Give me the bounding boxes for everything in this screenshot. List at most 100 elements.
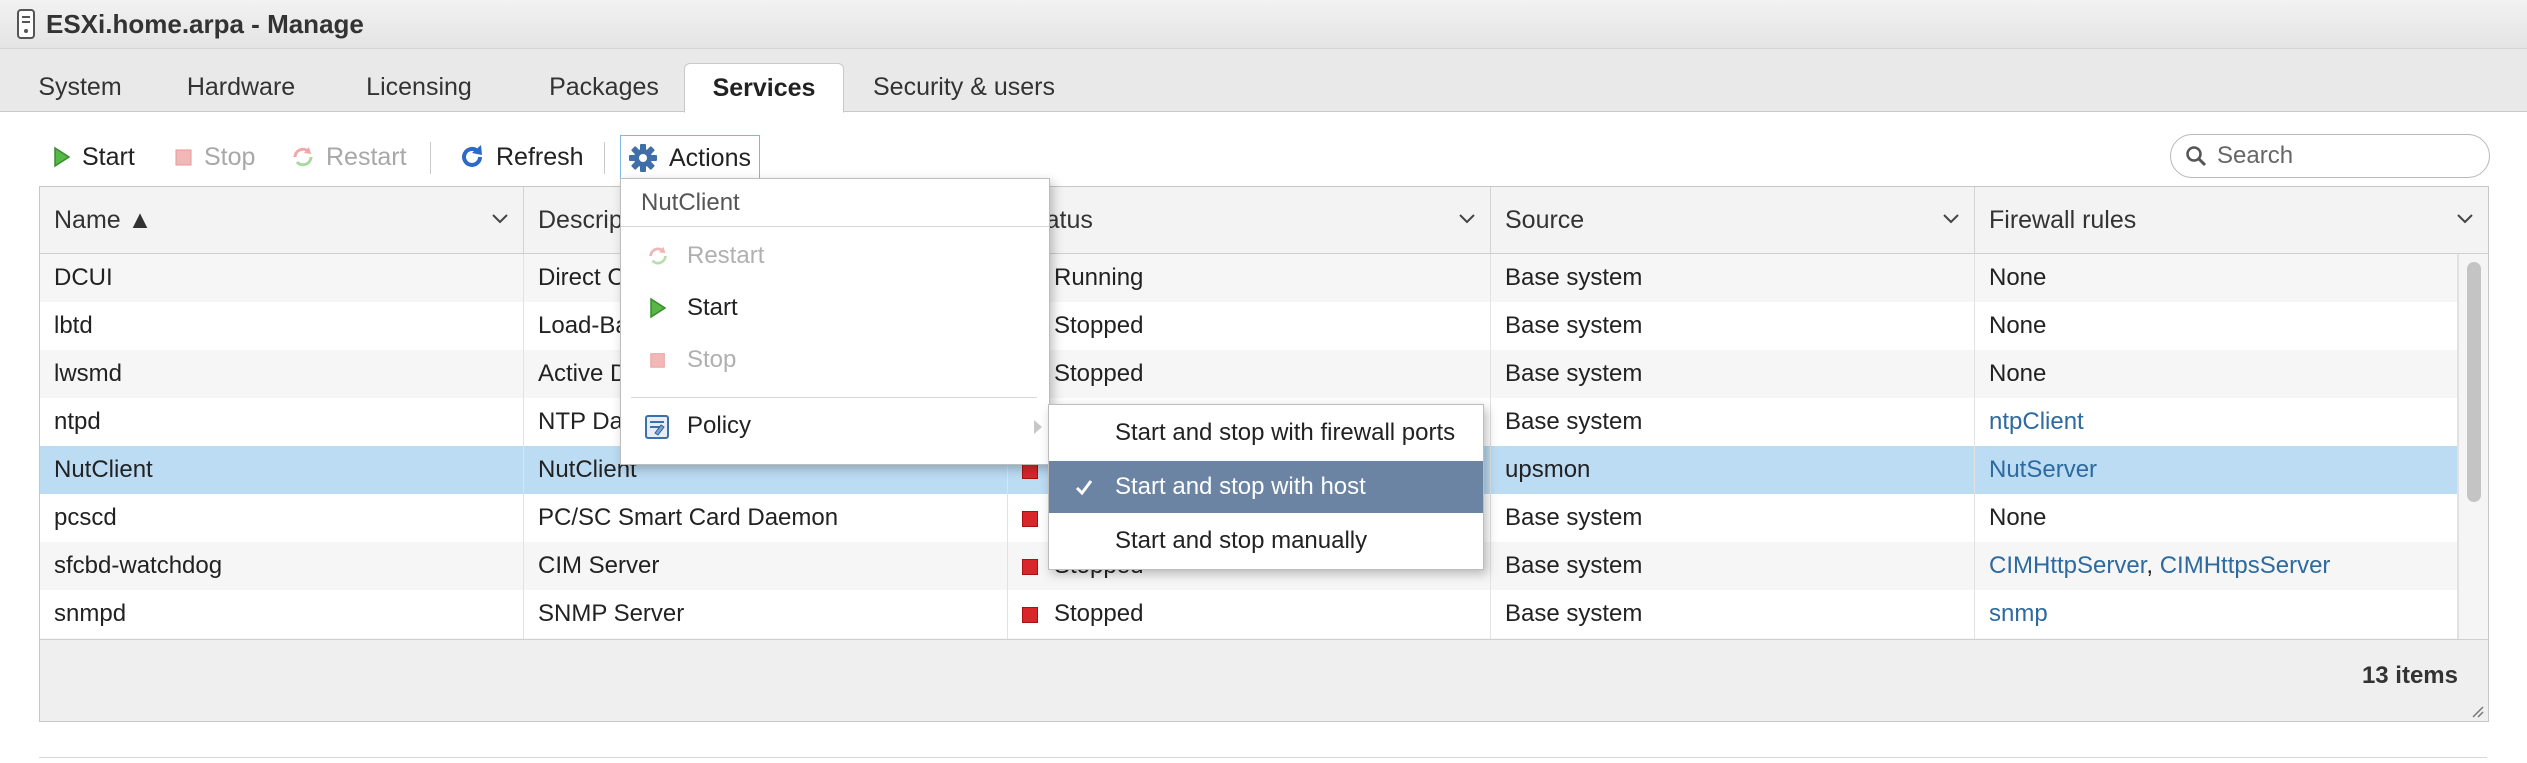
stopped-status-icon [1022,510,1038,527]
start-button-label: Start [82,142,135,171]
cell-description: CIM Server [524,542,1008,590]
column-header-firewall-rules[interactable]: Firewall rules [1975,187,2488,253]
resize-grip-icon[interactable] [2470,704,2484,718]
stop-icon [643,351,673,369]
cell-description: PC/SC Smart Card Daemon [524,494,1008,542]
column-header-status[interactable]: Status [1008,187,1491,253]
search-icon [2186,146,2207,167]
stopped-status-icon [1022,462,1038,479]
cell-status: Stopped [1008,590,1491,638]
table-row[interactable]: snmpd SNMP Server Stopped Base system snmp [40,590,2458,638]
firewall-rule-text: None [1989,360,2047,387]
status-text: Stopped [1054,312,1144,339]
tab-hardware[interactable]: Hardware [170,63,312,111]
status-text: Stopped [1054,360,1144,387]
play-icon [54,146,71,168]
window-titlebar: ESXi.home.arpa - Manage [0,0,2527,49]
firewall-rule-link[interactable]: ntpClient [1989,408,2084,435]
cell-name: pcscd [40,494,524,542]
cell-name: ntpd [40,398,524,446]
cell-name: sfcbd-watchdog [40,542,524,590]
start-button[interactable]: Start [52,136,135,178]
firewall-rule-text: None [1989,504,2047,531]
tab-system[interactable]: System [20,63,140,111]
menu-item-start-label: Start [687,294,738,321]
policy-option-firewall-ports[interactable]: Start and stop with firewall ports [1049,407,1483,459]
chevron-down-icon[interactable] [1458,213,1476,225]
menu-item-policy-label: Policy [687,412,752,439]
cell-firewall: None [1975,254,2458,302]
cell-firewall: None [1975,494,2458,542]
table-row[interactable]: lbtdLoad-Based Teaming DaemonStoppedBase… [40,302,2458,350]
chevron-down-icon[interactable] [2456,213,2474,225]
firewall-rule-link[interactable]: snmp [1989,600,2048,627]
column-header-name[interactable]: Name ▲ [40,187,524,253]
cell-firewall: CIMHttpServer, CIMHttpsServer [1975,542,2458,590]
cell-firewall: None [1975,302,2458,350]
menu-item-policy[interactable]: Policy [621,401,1049,451]
refresh-button[interactable]: Refresh [458,136,584,178]
stop-button-label: Stop [204,142,256,171]
restart-button[interactable]: Restart [290,136,407,178]
cell-status: Stopped [1008,350,1491,398]
firewall-rule-link[interactable]: CIMHttpServer [1989,552,2146,579]
cell-source: Base system [1491,542,1975,590]
cell-status: Stopped [1008,302,1491,350]
refresh-button-label: Refresh [496,142,584,171]
play-icon [643,297,673,319]
cell-source: Base system [1491,254,1975,302]
cell-source: Base system [1491,398,1975,446]
menu-item-start[interactable]: Start [621,283,1049,333]
cell-source: Base system [1491,350,1975,398]
column-header-source-label: Source [1505,206,1585,234]
search-box[interactable] [2170,134,2490,178]
cell-description: SNMP Server [524,590,1008,638]
cell-source: Base system [1491,494,1975,542]
policy-option-manually[interactable]: Start and stop manually [1049,515,1483,567]
tab-packages[interactable]: Packages [524,63,684,111]
table-scrollbar[interactable] [2458,254,2488,639]
tab-services[interactable]: Services [684,63,844,113]
toolbar-divider [430,142,431,174]
search-input[interactable] [2215,141,2469,171]
table-row[interactable]: DCUIDirect Console UIRunningBase systemN… [40,254,2458,302]
cell-firewall: ntpClient [1975,398,2458,446]
firewall-rule-link[interactable]: CIMHttpsServer [2160,552,2331,579]
column-header-source[interactable]: Source [1491,187,1975,253]
table-row[interactable]: lwsmdActive Directory ServiceStoppedBase… [40,350,2458,398]
policy-option-manually-label: Start and stop manually [1115,527,1368,554]
menu-header: NutClient [621,179,1049,227]
tab-licensing[interactable]: Licensing [344,63,494,111]
cell-name: lbtd [40,302,524,350]
firewall-rule-text: None [1989,264,2047,291]
firewall-rule-link[interactable]: NutServer [1989,456,2097,483]
actions-button[interactable]: Actions [620,135,760,181]
menu-item-stop[interactable]: Stop [621,335,1049,385]
status-text: Running [1054,264,1144,291]
restart-icon [643,244,673,268]
window-title: ESXi.home.arpa - Manage [46,8,364,39]
tab-security-users[interactable]: Security & users [862,63,1066,111]
cell-source: upsmon [1491,446,1975,494]
table-footer: 13 items [40,639,2488,721]
checkmark-icon [1075,480,1093,496]
cell-firewall: NutServer [1975,446,2458,494]
policy-option-with-host[interactable]: Start and stop with host [1049,461,1483,513]
restart-icon [293,147,313,167]
restart-button-label: Restart [326,142,407,171]
separator: , [2146,552,2160,579]
chevron-down-icon[interactable] [1942,213,1960,225]
menu-item-restart[interactable]: Restart [621,231,1049,281]
policy-option-with-host-label: Start and stop with host [1115,473,1366,500]
page-divider [39,757,2487,758]
cell-source: Base system [1491,590,1975,638]
host-icon [17,9,35,39]
actions-button-label: Actions [669,143,751,172]
stop-button[interactable]: Stop [174,136,255,178]
firewall-rule-text: None [1989,312,2047,339]
cell-name: NutClient [40,446,524,494]
scrollbar-thumb[interactable] [2467,262,2481,502]
cell-firewall: None [1975,350,2458,398]
chevron-down-icon[interactable] [491,213,509,225]
policy-icon [643,411,673,441]
